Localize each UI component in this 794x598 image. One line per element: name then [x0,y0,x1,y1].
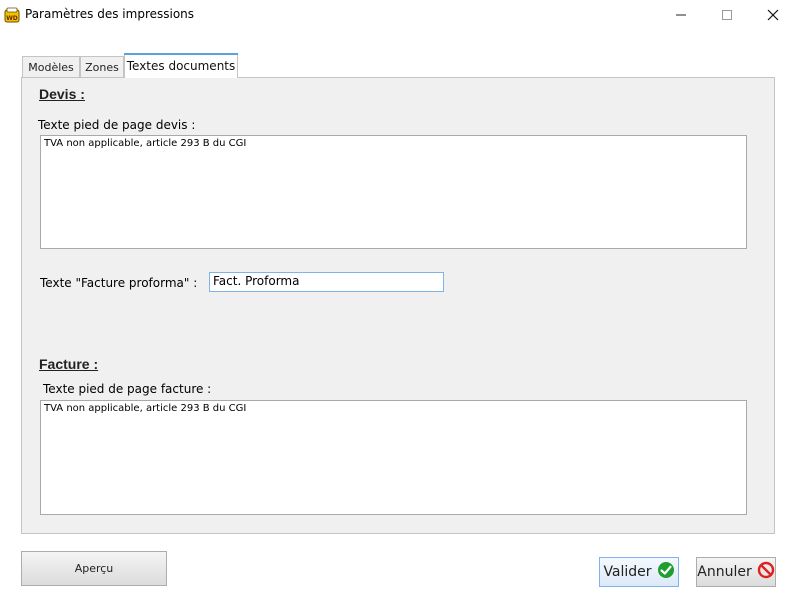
window-title: Paramètres des impressions [25,7,195,21]
title-bar: WD Paramètres des impressions [0,0,794,32]
tab-zones[interactable]: Zones [80,56,124,77]
cancel-icon [757,561,775,583]
facture-footer-textarea[interactable]: TVA non applicable, article 293 B du CGI [40,400,747,515]
apercu-button-label: Aperçu [74,562,114,575]
proforma-label: Texte "Facture proforma" : [40,276,198,290]
annuler-button[interactable]: Annuler [696,557,776,587]
valider-button-label: Valider [603,564,652,580]
facture-footer-label: Texte pied de page facture : [43,382,212,396]
minimize-button[interactable] [658,0,704,30]
apercu-button[interactable]: Aperçu [21,551,167,586]
facture-section-title: Facture : [39,356,99,372]
devis-section-title: Devis : [39,86,85,102]
proforma-input[interactable]: Fact. Proforma [209,272,444,292]
tab-textes-documents[interactable]: Textes documents [124,53,238,78]
annuler-button-label: Annuler [697,564,752,580]
svg-text:WD: WD [6,15,18,22]
check-icon [657,561,675,583]
valider-button[interactable]: Valider [599,557,679,587]
maximize-button[interactable] [704,0,750,30]
devis-footer-textarea[interactable]: TVA non applicable, article 293 B du CGI [40,135,747,249]
devis-footer-label: Texte pied de page devis : [38,118,196,132]
app-icon: WD [4,7,20,23]
tab-panel: Devis : Texte pied de page devis : TVA n… [21,77,775,534]
close-button[interactable] [750,0,794,30]
tab-modeles[interactable]: Modèles [22,56,80,77]
